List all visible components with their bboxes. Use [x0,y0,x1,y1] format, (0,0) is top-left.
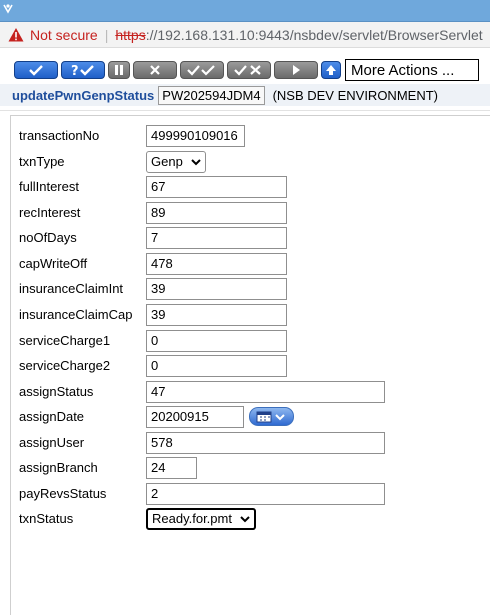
field-label: capWriteOff [19,256,88,271]
field-label: serviceCharge1 [19,333,111,348]
field-label: txnStatus [19,511,74,526]
more-actions-select[interactable]: More Actions ... [345,59,479,81]
transaction-toolbar: ? More Actions ... [14,59,479,81]
fullInterest-field[interactable]: 67 [146,176,287,198]
reverse-button[interactable] [227,61,271,79]
validate-button[interactable]: ? [61,61,105,79]
txnStatus-select[interactable]: Ready.for.pmt [146,508,256,530]
field-label: transactionNo [19,128,100,143]
address-separator: | [104,26,109,43]
close-icon [150,65,160,75]
insuranceClaimCap-field[interactable]: 39 [146,304,287,326]
transaction-name: updatePwnGenpStatus [12,87,155,103]
authorise-button[interactable] [180,61,224,79]
calendar-icon [256,411,285,422]
field-label: serviceCharge2 [19,358,111,373]
capWriteOff-field[interactable]: 478 [146,253,287,275]
upload-button[interactable] [321,61,341,79]
field-label: assignStatus [19,384,94,399]
header-divider [0,110,490,111]
next-button[interactable] [274,61,318,79]
delete-button[interactable] [133,61,177,79]
not-secure-label[interactable]: Not secure [30,27,98,43]
pause-icon [115,65,123,75]
commit-button[interactable] [14,61,58,79]
field-label: noOfDays [19,230,77,245]
field-label: assignDate [19,409,85,424]
serviceCharge2-field[interactable]: 0 [146,355,287,377]
noOfDays-field[interactable]: 7 [146,227,287,249]
warning-icon[interactable] [8,27,24,43]
field-label: insuranceClaimInt [19,281,124,296]
payRevsStatus-field[interactable]: 2 [146,483,385,505]
transaction-title-row: updatePwnGenpStatus PW202594JDM4 (NSB DE… [0,84,490,106]
chevron-down-icon [240,516,250,523]
field-label: fullInterest [19,179,79,194]
arrow-right-icon [293,65,300,75]
transactionNo-field[interactable]: 499990109016 [146,125,245,147]
check-cross-icon [234,65,261,76]
field-label: payRevsStatus [19,486,107,501]
assignStatus-field[interactable]: 47 [146,381,385,403]
serviceCharge1-field[interactable]: 0 [146,330,287,352]
field-label: assignUser [19,435,85,450]
txnStatus-value: Ready.for.pmt [152,511,232,526]
recInterest-field[interactable]: 89 [146,202,287,224]
environment-label: (NSB DEV ENVIRONMENT) [272,87,438,103]
assignUser-field[interactable]: 578 [146,432,385,454]
svg-text:?: ? [71,64,79,77]
check-icon [29,65,43,76]
question-check-icon: ? [71,64,94,77]
calendar-button[interactable] [249,407,294,426]
url-path: ://192.168.131.10:9443/nsbdev/servlet/Br… [145,26,483,43]
field-label: txnType [19,154,65,169]
transaction-id: PW202594JDM4 [158,85,265,105]
address-bar[interactable]: Not secure | https://192.168.131.10:9443… [0,22,490,48]
field-label: insuranceClaimCap [19,307,133,322]
arrow-up-icon [326,65,336,75]
insuranceClaimInt-field[interactable]: 39 [146,278,287,300]
txnType-select[interactable]: Genp [146,151,206,173]
assignBranch-field[interactable]: 24 [146,457,197,479]
field-label: assignBranch [19,460,98,475]
hold-button[interactable] [108,61,130,79]
window-top-strip [0,0,490,22]
chevron-down-icon [191,159,201,166]
double-check-icon [187,65,215,76]
assignDate-field[interactable]: 20200915 [146,406,244,428]
app-icon [3,4,13,14]
url-text[interactable]: https://192.168.131.10:9443/nsbdev/servl… [115,27,482,43]
txnType-value: Genp [151,154,183,169]
field-label: recInterest [19,205,81,220]
url-scheme: https [115,26,146,43]
